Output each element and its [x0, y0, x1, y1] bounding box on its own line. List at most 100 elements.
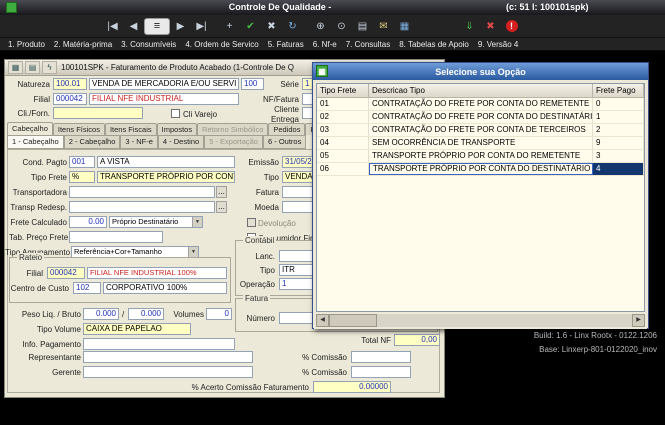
grid-row-02[interactable]: 02 CONTRATAÇÃO DO FRETE POR CONTA DO DES… [317, 111, 644, 124]
nav-last-icon[interactable]: ▶| [191, 17, 212, 36]
menu-nfe[interactable]: 6. Nf-e [313, 40, 337, 49]
cancel-icon[interactable]: ✖ [261, 17, 282, 36]
tipo-label: Tipo [239, 173, 279, 183]
grid-row-01[interactable]: 01 CONTRATAÇÃO DO FRETE POR CONTA DO REM… [317, 98, 644, 111]
info-pagamento-field[interactable] [83, 338, 235, 350]
menu-consultas[interactable]: 7. Consultas [346, 40, 390, 49]
centro-custo-desc-field[interactable]: CORPORATIVO 100% [103, 282, 227, 294]
subtab-4-destino[interactable]: 4 - Destino [158, 135, 204, 149]
centro-custo-code-field[interactable]: 102 [73, 282, 101, 294]
menu-versao-4[interactable]: 9. Versão 4 [478, 40, 518, 49]
info-pagamento-label: Info. Pagamento [7, 340, 81, 350]
tab-cabecalho[interactable]: Cabeçalho [7, 122, 53, 135]
scrollbar-track[interactable] [377, 314, 632, 327]
gerente-label: Gerente [7, 368, 81, 378]
frete-destino-select[interactable]: Próprio Destinatário ▼ [109, 216, 203, 228]
contabil-tipo-label: Tipo [239, 266, 275, 276]
rateio-filial-code-field[interactable]: 000042 [47, 267, 85, 279]
export-icon[interactable]: ⇓ [459, 17, 480, 36]
filial-code-field[interactable]: 000042 [53, 93, 87, 105]
gerente-field[interactable] [83, 366, 253, 378]
grid-row-05[interactable]: 05 TRANSPORTE PRÓPRIO POR CONTA DO REMET… [317, 150, 644, 163]
bolt-icon[interactable]: ϟ [42, 61, 57, 74]
menu-faturas[interactable]: 5. Faturas [268, 40, 304, 49]
filial-desc-field[interactable]: FILIAL NFE INDUSTRIAL [89, 93, 239, 105]
column-header-tipo-frete[interactable]: Tipo Frete [317, 84, 369, 97]
peso-liq-field[interactable]: 0.000 [83, 308, 119, 320]
transp-redesp-lookup-icon[interactable]: ... [216, 201, 227, 213]
acerto-comissao-field[interactable]: 0.00000 [313, 381, 391, 393]
insert-icon[interactable]: + [219, 17, 240, 36]
grid-row-04[interactable]: 04 SEM OCORRÊNCIA DE TRANSPORTE 9 [317, 137, 644, 150]
natureza-desc-field[interactable]: VENDA DE MERCADORIA E/OU SERVI [89, 78, 239, 90]
menu-ordem-de-servico[interactable]: 4. Ordem de Servico [185, 40, 258, 49]
grid-row-03[interactable]: 03 CONTRATAÇÃO DO FRETE POR CONTA DE TER… [317, 124, 644, 137]
chevron-down-icon[interactable]: ▼ [192, 217, 202, 227]
tab-itens-fisicos[interactable]: Itens Físicos [53, 123, 105, 135]
cell-pago: 1 [593, 111, 644, 123]
subtab-3-nfe[interactable]: 3 - NF-e [120, 135, 158, 149]
delete-icon[interactable]: ✖ [480, 17, 501, 36]
menu-tabelas-de-apoio[interactable]: 8. Tabelas de Apoio [399, 40, 469, 49]
nav-first-icon[interactable]: |◀ [102, 17, 123, 36]
grid-icon[interactable]: ▦ [8, 61, 23, 74]
chart-icon[interactable]: ▦ [394, 17, 415, 36]
transportadora-lookup-icon[interactable]: ... [216, 186, 227, 198]
column-header-frete-pago[interactable]: Frete Pago [593, 84, 644, 97]
window-title: 100101SPK - Faturamento de Produto Acaba… [61, 63, 294, 72]
subtab-1-cabecalho[interactable]: 1 - Cabeçalho [7, 135, 64, 149]
volumes-field[interactable]: 0 [206, 308, 232, 320]
search-icon[interactable]: ⊙ [331, 17, 352, 36]
comissao-gerente-field[interactable] [351, 366, 411, 378]
tab-preco-frete-field[interactable] [69, 231, 163, 243]
transportadora-label: Transportadora [9, 188, 67, 198]
transp-redesp-field[interactable] [69, 201, 215, 213]
dialog-title: Selecione sua Opção [435, 67, 526, 77]
print-icon[interactable]: ▤ [352, 17, 373, 36]
tab-itens-fiscais[interactable]: Itens Fiscais [105, 123, 157, 135]
email-icon[interactable]: ✉ [373, 17, 394, 36]
comissao-representante-field[interactable] [351, 351, 411, 363]
grid-header-row: Tipo Frete Descricao Tipo Frete Pago [317, 84, 644, 98]
cond-pagto-desc-field[interactable]: A VISTA [97, 156, 235, 168]
peso-bruto-field[interactable]: 0.000 [128, 308, 164, 320]
natureza-extra-field[interactable]: 100 [241, 78, 264, 90]
tipo-frete-desc-field[interactable]: TRANSPORTE PRÓPRIO POR CONTA D [97, 171, 235, 183]
menu-materia-prima[interactable]: 2. Matéria-prima [54, 40, 112, 49]
nav-next-icon[interactable]: ▶ [170, 17, 191, 36]
nav-prev-icon[interactable]: ◀ [123, 17, 144, 36]
scroll-right-icon[interactable]: ▶ [632, 314, 645, 327]
dialog-body: Tipo Frete Descricao Tipo Frete Pago 01 … [314, 81, 647, 329]
rateio-filial-desc-field[interactable]: FILIAL NFE INDUSTRIAL 100% [87, 267, 227, 279]
horizontal-scrollbar[interactable]: ◀ ▶ [316, 314, 645, 327]
confirm-icon[interactable]: ✔ [240, 17, 261, 36]
subtab-2-cabecalho[interactable]: 2 - Cabeçalho [64, 135, 121, 149]
natureza-code-field[interactable]: 100.01 [53, 78, 87, 90]
chevron-down-icon[interactable]: ▼ [188, 247, 198, 257]
cli-forn-field[interactable] [53, 107, 143, 119]
tipo-volume-field[interactable]: CAIXA DE PAPELAO [83, 323, 191, 335]
cli-varejo-checkbox[interactable] [171, 109, 180, 118]
refresh-icon[interactable]: ↻ [282, 17, 303, 36]
scroll-left-icon[interactable]: ◀ [316, 314, 329, 327]
subtab-6-outros[interactable]: 6 - Outros [263, 135, 306, 149]
records-list-icon[interactable]: ≡ [144, 18, 170, 35]
transportadora-field[interactable] [69, 186, 215, 198]
column-header-descricao[interactable]: Descricao Tipo [369, 84, 593, 97]
cell-desc: CONTRATAÇÃO DO FRETE POR CONTA DE TERCEI… [369, 124, 593, 136]
tab-impostos[interactable]: Impostos [157, 123, 197, 135]
cond-pagto-code-field[interactable]: 001 [69, 156, 95, 168]
tipo-frete-code-field[interactable]: % [69, 171, 95, 183]
tab-pedidos[interactable]: Pedidos [268, 123, 305, 135]
alert-icon[interactable]: ! [506, 20, 518, 32]
menu-produto[interactable]: 1. Produto [8, 40, 45, 49]
zoom-in-icon[interactable]: ⊕ [310, 17, 331, 36]
representante-field[interactable] [83, 351, 253, 363]
cell-desc-selected: TRANSPORTE PRÓPRIO POR CONTA DO DESTINAT… [369, 163, 593, 175]
grid-row-06-selected[interactable]: 06 TRANSPORTE PRÓPRIO POR CONTA DO DESTI… [317, 163, 644, 176]
total-nf-field[interactable]: 0,00 [394, 334, 440, 346]
frete-calculado-field[interactable]: 0.00 [69, 216, 107, 228]
scrollbar-thumb[interactable] [329, 314, 377, 327]
menu-consumiveis[interactable]: 3. Consumíveis [121, 40, 176, 49]
report-icon[interactable]: ▤ [25, 61, 40, 74]
